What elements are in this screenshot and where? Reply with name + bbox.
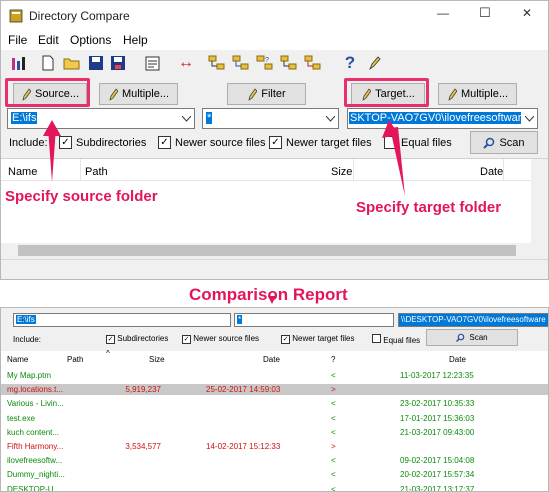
row-target-date: 09-02-2017 15:04:08	[400, 456, 475, 466]
report-source-field[interactable]: E:\ifs	[13, 313, 231, 327]
report-filter-field[interactable]: *	[234, 313, 394, 327]
table-row[interactable]: test.exe <17-01-2017 15:36:03	[1, 413, 548, 424]
magnifier-icon	[456, 333, 465, 342]
table-row[interactable]: Fifth Harmony... 3,534,577 14-02-2017 15:1…	[1, 441, 548, 452]
report-newer-source-checkbox[interactable]: ✓ Newer source files	[182, 334, 259, 344]
report-column-direction[interactable]: ?	[331, 355, 335, 364]
row-name: test.exe	[7, 413, 36, 423]
row-name: ilovefreesoftw...	[7, 456, 63, 466]
row-target-date: 21-03-2017 13:17:37	[400, 484, 475, 492]
row-direction: >	[331, 442, 336, 451]
row-size: 3,534,577	[125, 442, 161, 451]
row-direction: <	[331, 470, 336, 480]
row-name: DESKTOP-U...	[7, 484, 61, 492]
report-screenshot: E:\ifs * \\DESKTOP-VAO7GV0\ilovefreesoft…	[0, 307, 549, 492]
table-row[interactable]: mg.locations.t... 5,919,237 25-02-2017 14:…	[1, 384, 548, 396]
row-name: Various - Livin...	[7, 399, 64, 409]
table-row[interactable]: Dummy_nighti... <20-02-2017 15:57:34	[1, 469, 548, 480]
report-filter-value: *	[237, 315, 243, 324]
report-equal-files-checkbox[interactable]: Equal files	[372, 334, 420, 345]
row-direction: <	[331, 413, 336, 423]
report-source-value: E:\ifs	[16, 315, 36, 324]
sort-indicator-icon: ^	[106, 349, 110, 358]
row-direction: >	[331, 385, 336, 395]
report-newer-target-checkbox[interactable]: ✓ Newer target files	[281, 334, 354, 344]
report-subdirectories-checkbox[interactable]: ✓ Subdirectories	[106, 334, 168, 344]
row-date: 25-02-2017 14:59:03	[206, 385, 281, 395]
report-column-target-date[interactable]: Date	[449, 355, 466, 364]
target-annotation: Specify target folder	[356, 199, 502, 216]
row-name: My Map.ptm	[7, 371, 52, 380]
table-row[interactable]: ilovefreesoftw... <09-02-2017 15:04:08	[1, 455, 548, 466]
row-size: 5,919,237	[125, 385, 161, 395]
table-row[interactable]: My Map.ptm <11-03-2017 12:23:35	[1, 370, 548, 381]
annotation-arrows	[43, 120, 405, 304]
report-column-path[interactable]: Path	[67, 355, 83, 364]
row-direction: <	[331, 484, 336, 492]
report-annotation: Comparison Report	[189, 285, 348, 304]
row-name: Fifth Harmony...	[7, 442, 64, 451]
table-row[interactable]: DESKTOP-U... <21-03-2017 13:17:37	[1, 484, 548, 492]
row-target-date: 11-03-2017 12:23:35	[400, 371, 474, 380]
report-column-name[interactable]: Name	[7, 355, 28, 364]
report-target-field[interactable]: \\DESKTOP-VAO7GV0\ilovefreesoftware	[398, 313, 548, 327]
table-row[interactable]: Various - Livin... <23-02-2017 10:35:33	[1, 398, 548, 409]
row-direction: <	[331, 456, 336, 466]
row-target-date: 23-02-2017 10:35:33	[400, 399, 475, 409]
table-row[interactable]: kuch content... <21-03-2017 09:43:00	[1, 427, 548, 438]
source-annotation: Specify source folder	[5, 188, 158, 205]
report-target-value: \\DESKTOP-VAO7GV0\ilovefreesoftware	[401, 315, 546, 324]
row-name: kuch content...	[7, 427, 60, 437]
row-direction: <	[331, 427, 336, 437]
row-name: Dummy_nighti...	[7, 470, 65, 480]
row-date: 14-02-2017 15:12:33	[206, 442, 281, 451]
row-direction: <	[331, 399, 336, 409]
report-include-label: Include:	[13, 335, 42, 344]
report-scan-button[interactable]: Scan	[426, 329, 518, 346]
report-column-date[interactable]: Date	[263, 355, 280, 364]
row-target-date: 20-02-2017 15:57:34	[400, 470, 475, 480]
row-target-date: 17-01-2017 15:36:03	[400, 413, 475, 423]
report-column-size[interactable]: Size	[149, 355, 165, 364]
report-list[interactable]: Name Path ^ Size Date ? Date My Map.ptm <…	[1, 349, 548, 492]
row-direction: <	[331, 371, 336, 380]
row-name: mg.locations.t...	[7, 385, 64, 395]
row-target-date: 21-03-2017 09:43:00	[400, 427, 475, 437]
